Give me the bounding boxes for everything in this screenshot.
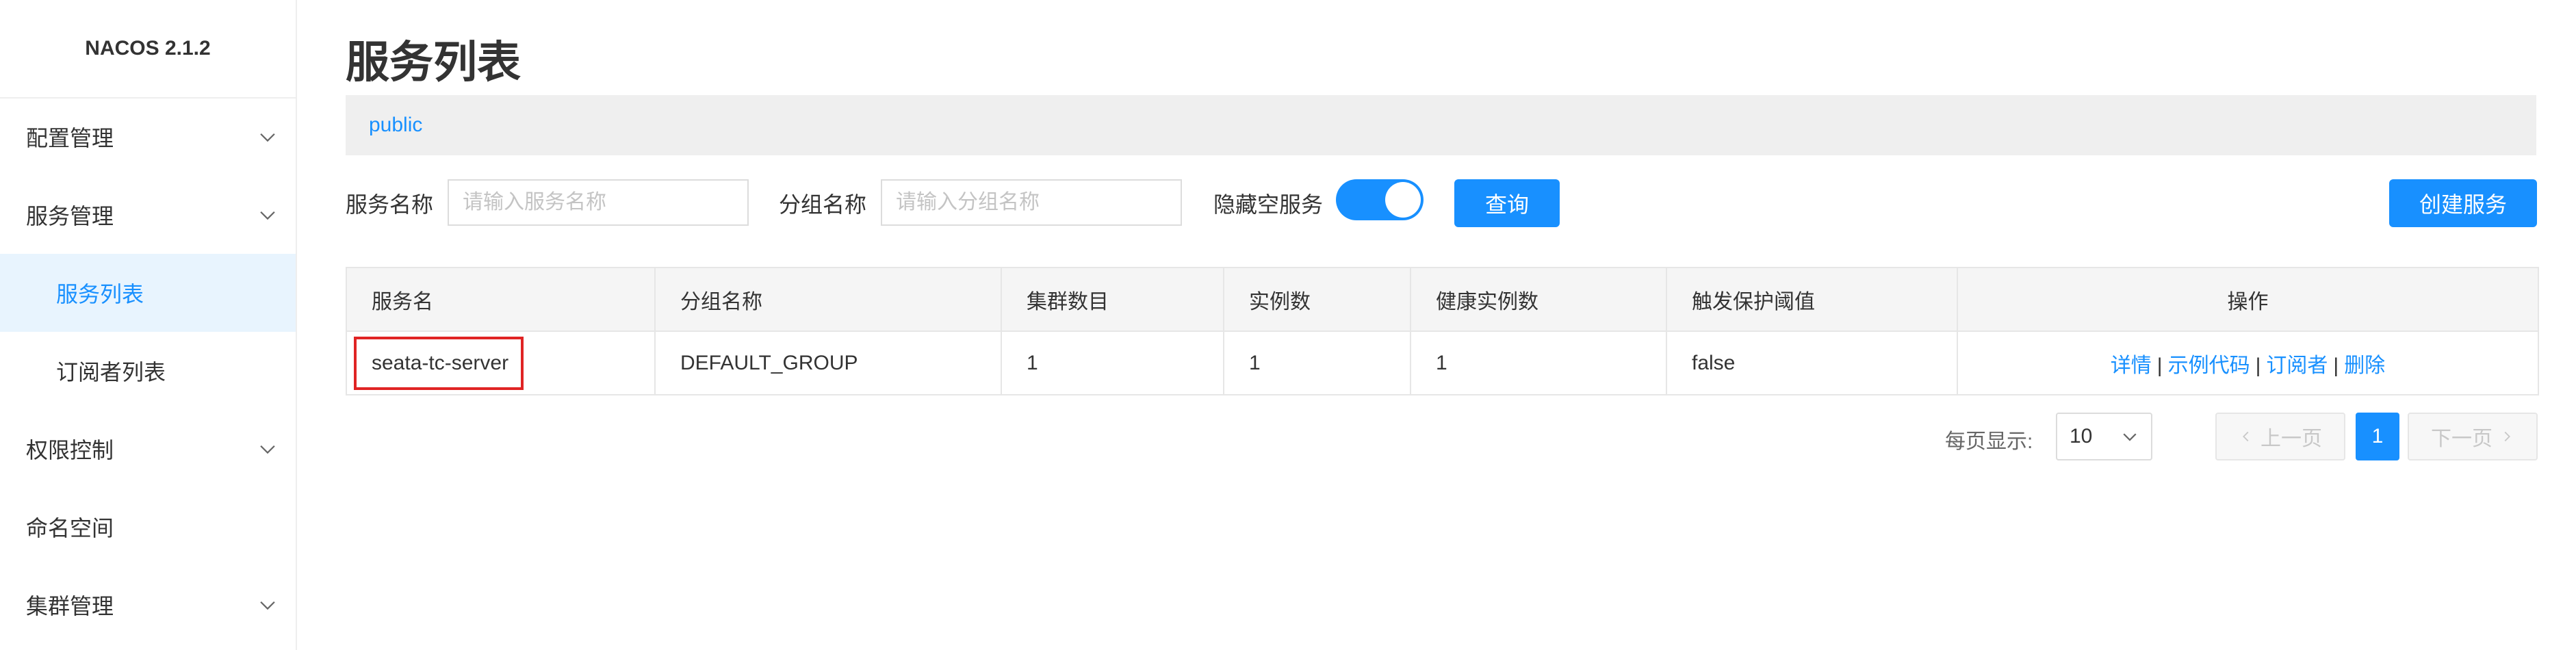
main-content: 服务列表 public 服务名称 分组名称 隐藏空服务 查询 创建服务 服务名 … [296,0,2576,650]
cell-service-name: seata-tc-server [346,330,656,395]
sidebar-item-service-list[interactable]: 服务列表 [0,254,296,332]
group-name-label: 分组名称 [779,192,867,217]
column-header-protect-threshold: 触发保护阈值 [1666,267,1958,332]
service-name-highlight: seata-tc-server [354,336,524,390]
sidebar: NACOS 2.1.2 配置管理 服务管理 服务列表 订阅者列表 权限控制 命名… [0,0,297,650]
column-header-service-name: 服务名 [346,267,656,332]
cell-healthy-instances: 1 [1410,330,1667,395]
cell-instances: 1 [1223,330,1411,395]
create-service-button[interactable]: 创建服务 [2389,179,2537,227]
sidebar-item-cluster-management[interactable]: 集群管理 [0,566,296,644]
sidebar-item-service-management[interactable]: 服务管理 [0,176,296,254]
chevron-down-icon [260,445,275,454]
sidebar-item-subscriber-list[interactable]: 订阅者列表 [0,332,296,410]
prev-page-button[interactable]: 上一页 [2215,413,2345,460]
table-header-row: 服务名 分组名称 集群数目 实例数 健康实例数 触发保护阈值 操作 [346,267,2539,332]
page-size-select[interactable]: 10 [2056,413,2152,460]
sidebar-item-access-control[interactable]: 权限控制 [0,410,296,488]
chevron-left-icon [2243,431,2249,442]
sidebar-item-label: 命名空间 [26,516,114,541]
page-size-value: 10 [2070,425,2093,447]
chevron-down-icon [260,211,275,220]
service-name-input[interactable] [448,179,749,226]
sidebar-item-label: 订阅者列表 [56,360,166,385]
cell-clusters: 1 [1001,330,1224,395]
service-name-text: seata-tc-server [372,351,509,374]
next-page-label: 下一页 [2431,428,2493,450]
sidebar-item-config-management[interactable]: 配置管理 [0,98,296,176]
sample-code-link[interactable]: 示例代码 [2168,354,2250,377]
namespace-link-public[interactable]: public [369,95,422,155]
chevron-right-icon [2504,431,2510,442]
separator: | [2255,354,2261,377]
service-name-label: 服务名称 [346,192,434,217]
column-header-operations: 操作 [1957,267,2539,332]
sidebar-item-label: 服务列表 [56,282,144,307]
table-row: seata-tc-server DEFAULT_GROUP 1 1 1 fals… [346,330,2539,395]
prev-page-label: 上一页 [2261,428,2322,450]
query-button[interactable]: 查询 [1454,179,1560,227]
service-table: 服务名 分组名称 集群数目 实例数 健康实例数 触发保护阈值 操作 seata-… [346,267,2539,395]
delete-link[interactable]: 删除 [2344,354,2385,377]
column-header-healthy-instances: 健康实例数 [1410,267,1667,332]
sidebar-item-label: 配置管理 [26,126,114,151]
group-name-input[interactable] [881,179,1182,226]
next-page-button[interactable]: 下一页 [2408,413,2538,460]
sidebar-item-label: 权限控制 [26,438,114,463]
cell-group: DEFAULT_GROUP [654,330,1002,395]
column-header-clusters: 集群数目 [1001,267,1224,332]
chevron-down-icon [260,133,275,142]
page-title: 服务列表 [346,38,521,87]
toggle-knob [1385,182,1421,218]
sidebar-item-namespace[interactable]: 命名空间 [0,488,296,566]
page-number-current[interactable]: 1 [2356,413,2399,460]
cell-operations: 详情 | 示例代码 | 订阅者 | 删除 [1957,330,2539,395]
separator: | [2333,354,2339,377]
page-size-label: 每页显示: [1945,430,2033,453]
separator: | [2156,354,2163,377]
cell-protect-threshold: false [1666,330,1958,395]
chevron-down-icon [260,601,275,610]
namespace-bar: public [346,95,2536,155]
brand-title: NACOS 2.1.2 [0,0,296,99]
details-link[interactable]: 详情 [2111,354,2152,377]
chevron-down-icon [2123,433,2137,441]
column-header-group: 分组名称 [654,267,1002,332]
column-header-instances: 实例数 [1223,267,1411,332]
hide-empty-toggle[interactable] [1336,179,1424,220]
subscribers-link[interactable]: 订阅者 [2266,354,2328,377]
sidebar-item-label: 集群管理 [26,594,114,619]
hide-empty-label: 隐藏空服务 [1213,192,1324,217]
sidebar-item-label: 服务管理 [26,204,114,229]
